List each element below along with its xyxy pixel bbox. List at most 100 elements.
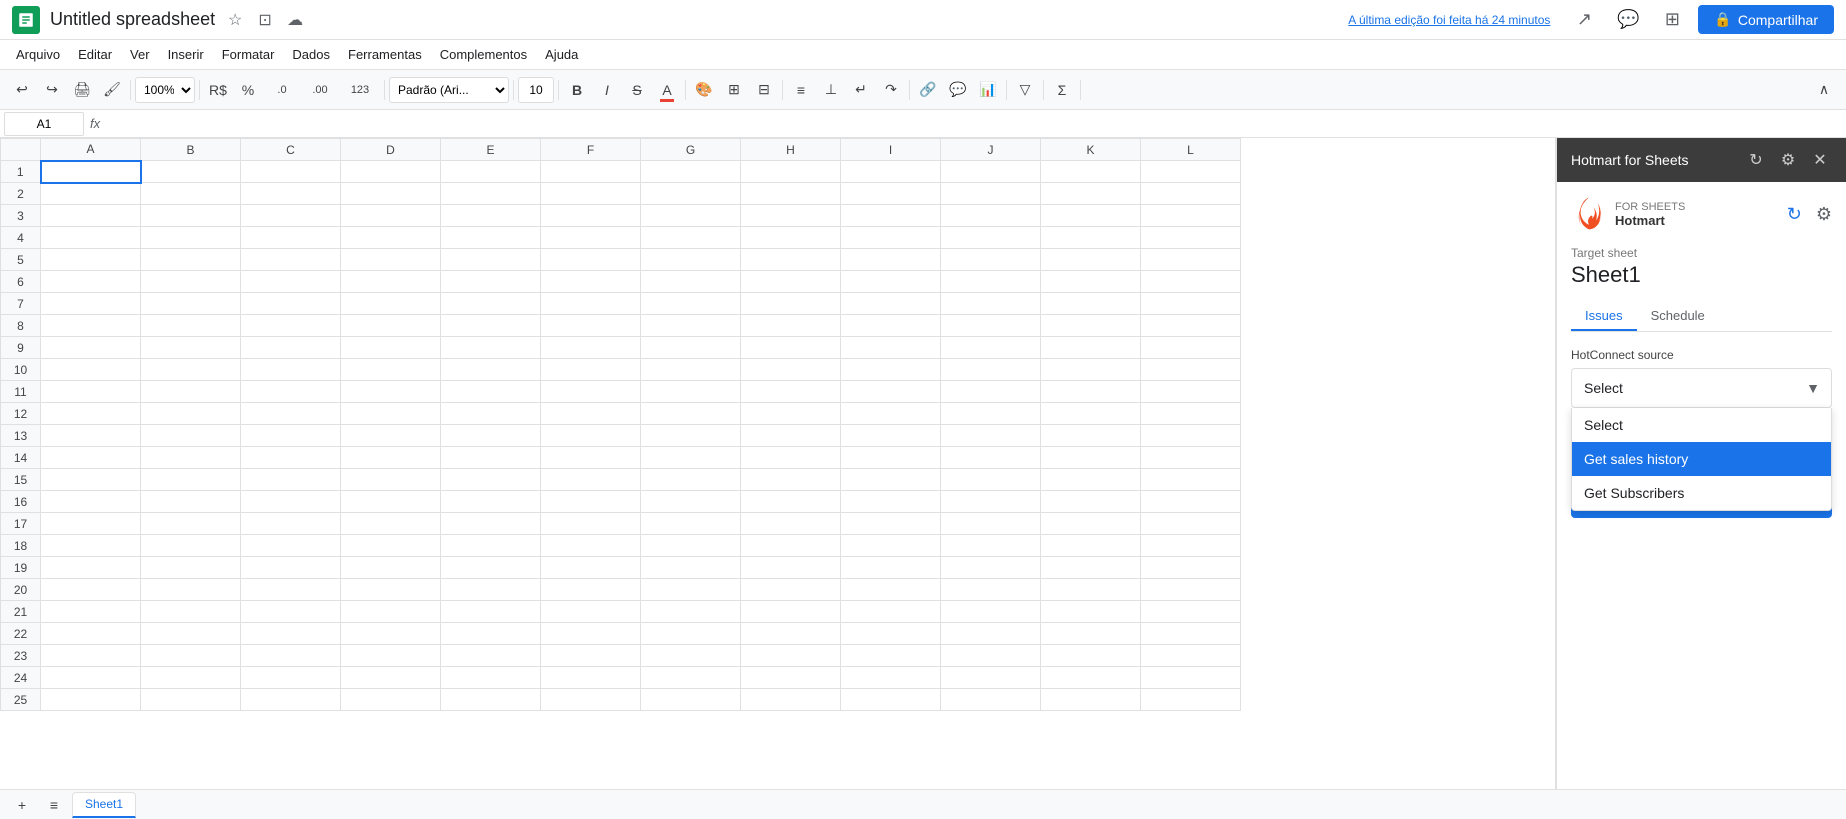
- sidebar-close-icon[interactable]: ✕: [1808, 148, 1832, 172]
- menu-ajuda[interactable]: Ajuda: [537, 43, 586, 66]
- cell[interactable]: [941, 535, 1041, 557]
- cell[interactable]: [841, 601, 941, 623]
- cell[interactable]: [741, 293, 841, 315]
- cell[interactable]: [941, 359, 1041, 381]
- cell[interactable]: [241, 293, 341, 315]
- cell[interactable]: [1141, 205, 1241, 227]
- tab-issues[interactable]: Issues: [1571, 302, 1637, 331]
- cell[interactable]: [341, 535, 441, 557]
- cell[interactable]: [341, 667, 441, 689]
- cell[interactable]: [941, 249, 1041, 271]
- cell[interactable]: [341, 623, 441, 645]
- cell[interactable]: [841, 469, 941, 491]
- cell[interactable]: [641, 601, 741, 623]
- cell[interactable]: [741, 315, 841, 337]
- cell[interactable]: [41, 645, 141, 667]
- col-header-f[interactable]: F: [541, 139, 641, 161]
- cell[interactable]: [241, 227, 341, 249]
- cell[interactable]: [441, 315, 541, 337]
- cell[interactable]: [441, 601, 541, 623]
- cell[interactable]: [1141, 689, 1241, 711]
- cell[interactable]: [441, 227, 541, 249]
- cell[interactable]: [241, 403, 341, 425]
- cell[interactable]: [841, 403, 941, 425]
- comment-btn[interactable]: 💬: [944, 76, 972, 104]
- cell[interactable]: [41, 469, 141, 491]
- cell[interactable]: [1141, 579, 1241, 601]
- sidebar-refresh-icon[interactable]: ↻: [1744, 148, 1768, 172]
- cell[interactable]: [541, 491, 641, 513]
- cell[interactable]: [41, 403, 141, 425]
- tab-schedule[interactable]: Schedule: [1637, 302, 1719, 331]
- cell[interactable]: [841, 249, 941, 271]
- cell[interactable]: [441, 425, 541, 447]
- cell[interactable]: [1141, 557, 1241, 579]
- decimal2-btn[interactable]: .00: [302, 76, 338, 104]
- cell[interactable]: [941, 271, 1041, 293]
- cell[interactable]: [641, 425, 741, 447]
- menu-ver[interactable]: Ver: [122, 43, 158, 66]
- cell[interactable]: [41, 601, 141, 623]
- cell[interactable]: [441, 469, 541, 491]
- cell[interactable]: [341, 227, 441, 249]
- cell[interactable]: [641, 205, 741, 227]
- add-sheet-button[interactable]: +: [8, 791, 36, 819]
- cell[interactable]: [741, 557, 841, 579]
- cell[interactable]: [1141, 623, 1241, 645]
- cell[interactable]: [1041, 183, 1141, 205]
- cell[interactable]: [441, 689, 541, 711]
- cell[interactable]: [641, 535, 741, 557]
- col-header-e[interactable]: E: [441, 139, 541, 161]
- cell[interactable]: [1041, 491, 1141, 513]
- cell[interactable]: [41, 315, 141, 337]
- cell[interactable]: [841, 535, 941, 557]
- strikethrough-button[interactable]: S: [623, 76, 651, 104]
- cell[interactable]: [941, 667, 1041, 689]
- cell[interactable]: [741, 381, 841, 403]
- cell[interactable]: [341, 381, 441, 403]
- cell[interactable]: [941, 161, 1041, 183]
- cell[interactable]: [341, 315, 441, 337]
- cell[interactable]: [241, 425, 341, 447]
- cell[interactable]: [941, 381, 1041, 403]
- cell[interactable]: [141, 447, 241, 469]
- cell[interactable]: [441, 579, 541, 601]
- cell[interactable]: [241, 491, 341, 513]
- cell[interactable]: [141, 557, 241, 579]
- cell[interactable]: [1041, 337, 1141, 359]
- cell[interactable]: [641, 271, 741, 293]
- cell[interactable]: [141, 601, 241, 623]
- cell[interactable]: [1141, 359, 1241, 381]
- cell[interactable]: [141, 315, 241, 337]
- cell[interactable]: [541, 579, 641, 601]
- cell[interactable]: [1041, 557, 1141, 579]
- cell[interactable]: [541, 183, 641, 205]
- cell[interactable]: [941, 425, 1041, 447]
- cell[interactable]: [1141, 293, 1241, 315]
- cell[interactable]: [741, 447, 841, 469]
- cell[interactable]: [541, 513, 641, 535]
- cell[interactable]: [141, 535, 241, 557]
- borders-button[interactable]: ⊞: [720, 76, 748, 104]
- cell[interactable]: [741, 161, 841, 183]
- cell[interactable]: [341, 249, 441, 271]
- star-icon[interactable]: ☆: [223, 8, 247, 32]
- bold-button[interactable]: B: [563, 76, 591, 104]
- cell[interactable]: [141, 469, 241, 491]
- cell[interactable]: [241, 249, 341, 271]
- cell[interactable]: [341, 337, 441, 359]
- cell[interactable]: [541, 425, 641, 447]
- cell[interactable]: [441, 359, 541, 381]
- cell[interactable]: [541, 381, 641, 403]
- col-header-k[interactable]: K: [1041, 139, 1141, 161]
- align-button[interactable]: ≡: [787, 76, 815, 104]
- cell[interactable]: [641, 469, 741, 491]
- cell[interactable]: [841, 315, 941, 337]
- cell[interactable]: [1141, 535, 1241, 557]
- cell[interactable]: [341, 645, 441, 667]
- cell[interactable]: [141, 381, 241, 403]
- cell[interactable]: [241, 557, 341, 579]
- cell[interactable]: [41, 513, 141, 535]
- cell[interactable]: [141, 579, 241, 601]
- cell[interactable]: [341, 183, 441, 205]
